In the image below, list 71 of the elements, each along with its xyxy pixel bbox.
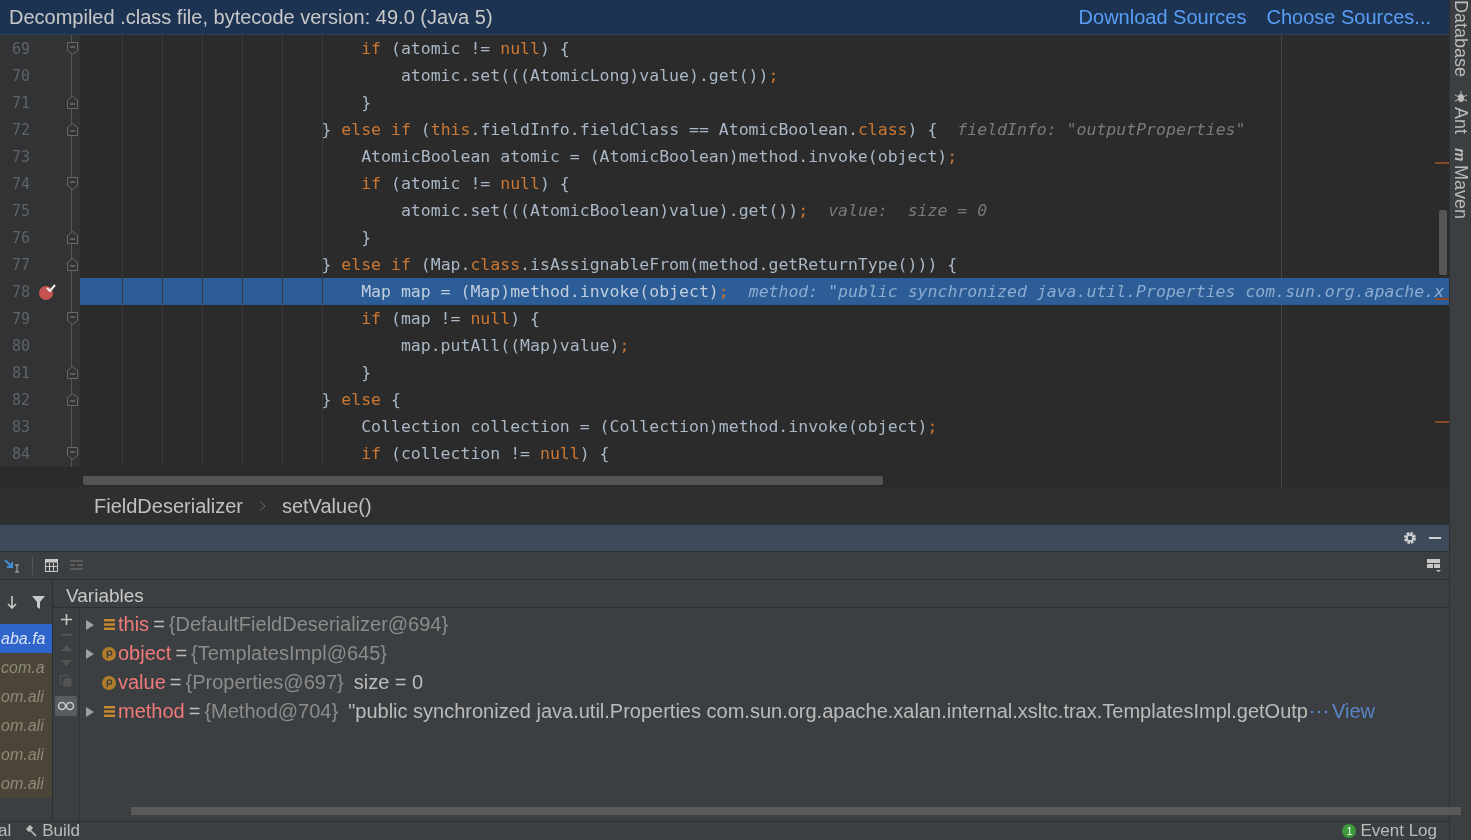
notification-badge: 1 [1342,824,1357,838]
expand-arrow-icon[interactable] [86,648,94,659]
equals-sign: = [169,671,182,694]
variable-name: object [118,642,172,665]
fold-marker-icon[interactable] [66,258,78,271]
down-icon[interactable] [60,660,72,666]
variable-value: {TemplatesImpl@645} [191,642,388,665]
filter-icon[interactable] [31,595,45,609]
fold-marker-icon[interactable] [66,447,78,460]
event-log-tab[interactable]: 1 Event Log [1342,822,1437,840]
parameter-icon [102,646,116,661]
banner-message: Decompiled .class file, bytecode version: 49.0 (Java 5) [9,5,494,29]
banner-link[interactable]: Download Sources [1078,5,1247,29]
equals-sign: = [175,642,188,665]
download-arrow-icon[interactable] [7,595,18,609]
breadcrumb-item[interactable]: setValue() [281,494,372,518]
breakpoint-icon[interactable] [38,282,56,301]
variable-name: method [118,700,185,723]
ellipsis-icon [1309,709,1328,714]
build-tab[interactable]: Build [25,822,81,840]
horizontal-scrollbar[interactable] [131,807,1461,815]
fold-marker-icon[interactable] [66,231,78,244]
run-to-cursor-icon[interactable] [4,558,20,573]
field-icon [103,619,115,630]
variable-value: {Properties@697} [185,671,344,694]
expand-arrow-icon[interactable] [86,619,94,630]
expand-arrow-icon[interactable] [86,706,94,717]
list-icon[interactable] [70,560,83,571]
fold-marker-icon[interactable] [66,123,78,136]
panel-title: Variables [53,580,1449,608]
copy-icon[interactable] [60,675,72,687]
hammer-icon [25,825,38,837]
bug-icon [1454,91,1467,104]
banner-link[interactable]: Choose Sources... [1266,5,1431,29]
fold-marker-icon[interactable] [66,42,78,55]
view-link[interactable]: View [1331,700,1375,723]
variable-name: value [118,671,166,694]
equals-sign: = [188,700,201,723]
stack-frame[interactable]: aba.fa [0,624,52,653]
variable-detail: size = 0 [353,671,424,694]
variable-name: this [118,613,150,636]
variable-value: {DefaultFieldDeserializer@694} [168,613,449,636]
stack-frame[interactable]: om.ali [0,682,52,711]
up-icon[interactable] [60,645,72,651]
calculator-icon[interactable] [45,559,58,572]
settings-icon[interactable] [1403,531,1417,545]
fold-marker-icon[interactable] [66,177,78,190]
tool-window-tab[interactable]: Ant [1450,91,1471,135]
layout-icon[interactable] [1427,559,1441,572]
horizontal-scrollbar[interactable] [83,476,883,485]
chevron-icon [258,500,266,512]
variable-detail: "public synchronized java.util.Properties com.sun.org.apache.xalan.internal.xsltc.trax.TemplatesImpl.getOutp [348,700,1308,723]
breadcrumb-item[interactable]: FieldDeserializer [94,494,243,518]
stack-frame[interactable]: om.ali [0,740,52,769]
parameter-icon [102,675,116,690]
variable-value: {Method@704} [204,700,339,723]
maven-icon: m [1452,148,1469,162]
fold-marker-icon[interactable] [66,366,78,379]
stack-frame[interactable]: om.ali [0,769,52,798]
fold-marker-icon[interactable] [66,393,78,406]
stack-frame[interactable]: om.ali [0,711,52,740]
fold-marker-icon[interactable] [66,96,78,109]
stack-frame[interactable]: com.a [0,653,52,682]
tool-window-tab[interactable]: Database [1450,0,1471,78]
vertical-scrollbar[interactable] [1439,210,1447,275]
fold-marker-icon[interactable] [66,312,78,325]
equals-sign: = [153,613,165,636]
glasses-icon[interactable] [55,696,77,716]
field-icon [103,706,115,717]
tool-window-tab[interactable]: m Maven [1450,148,1471,220]
add-icon[interactable] [60,614,72,625]
